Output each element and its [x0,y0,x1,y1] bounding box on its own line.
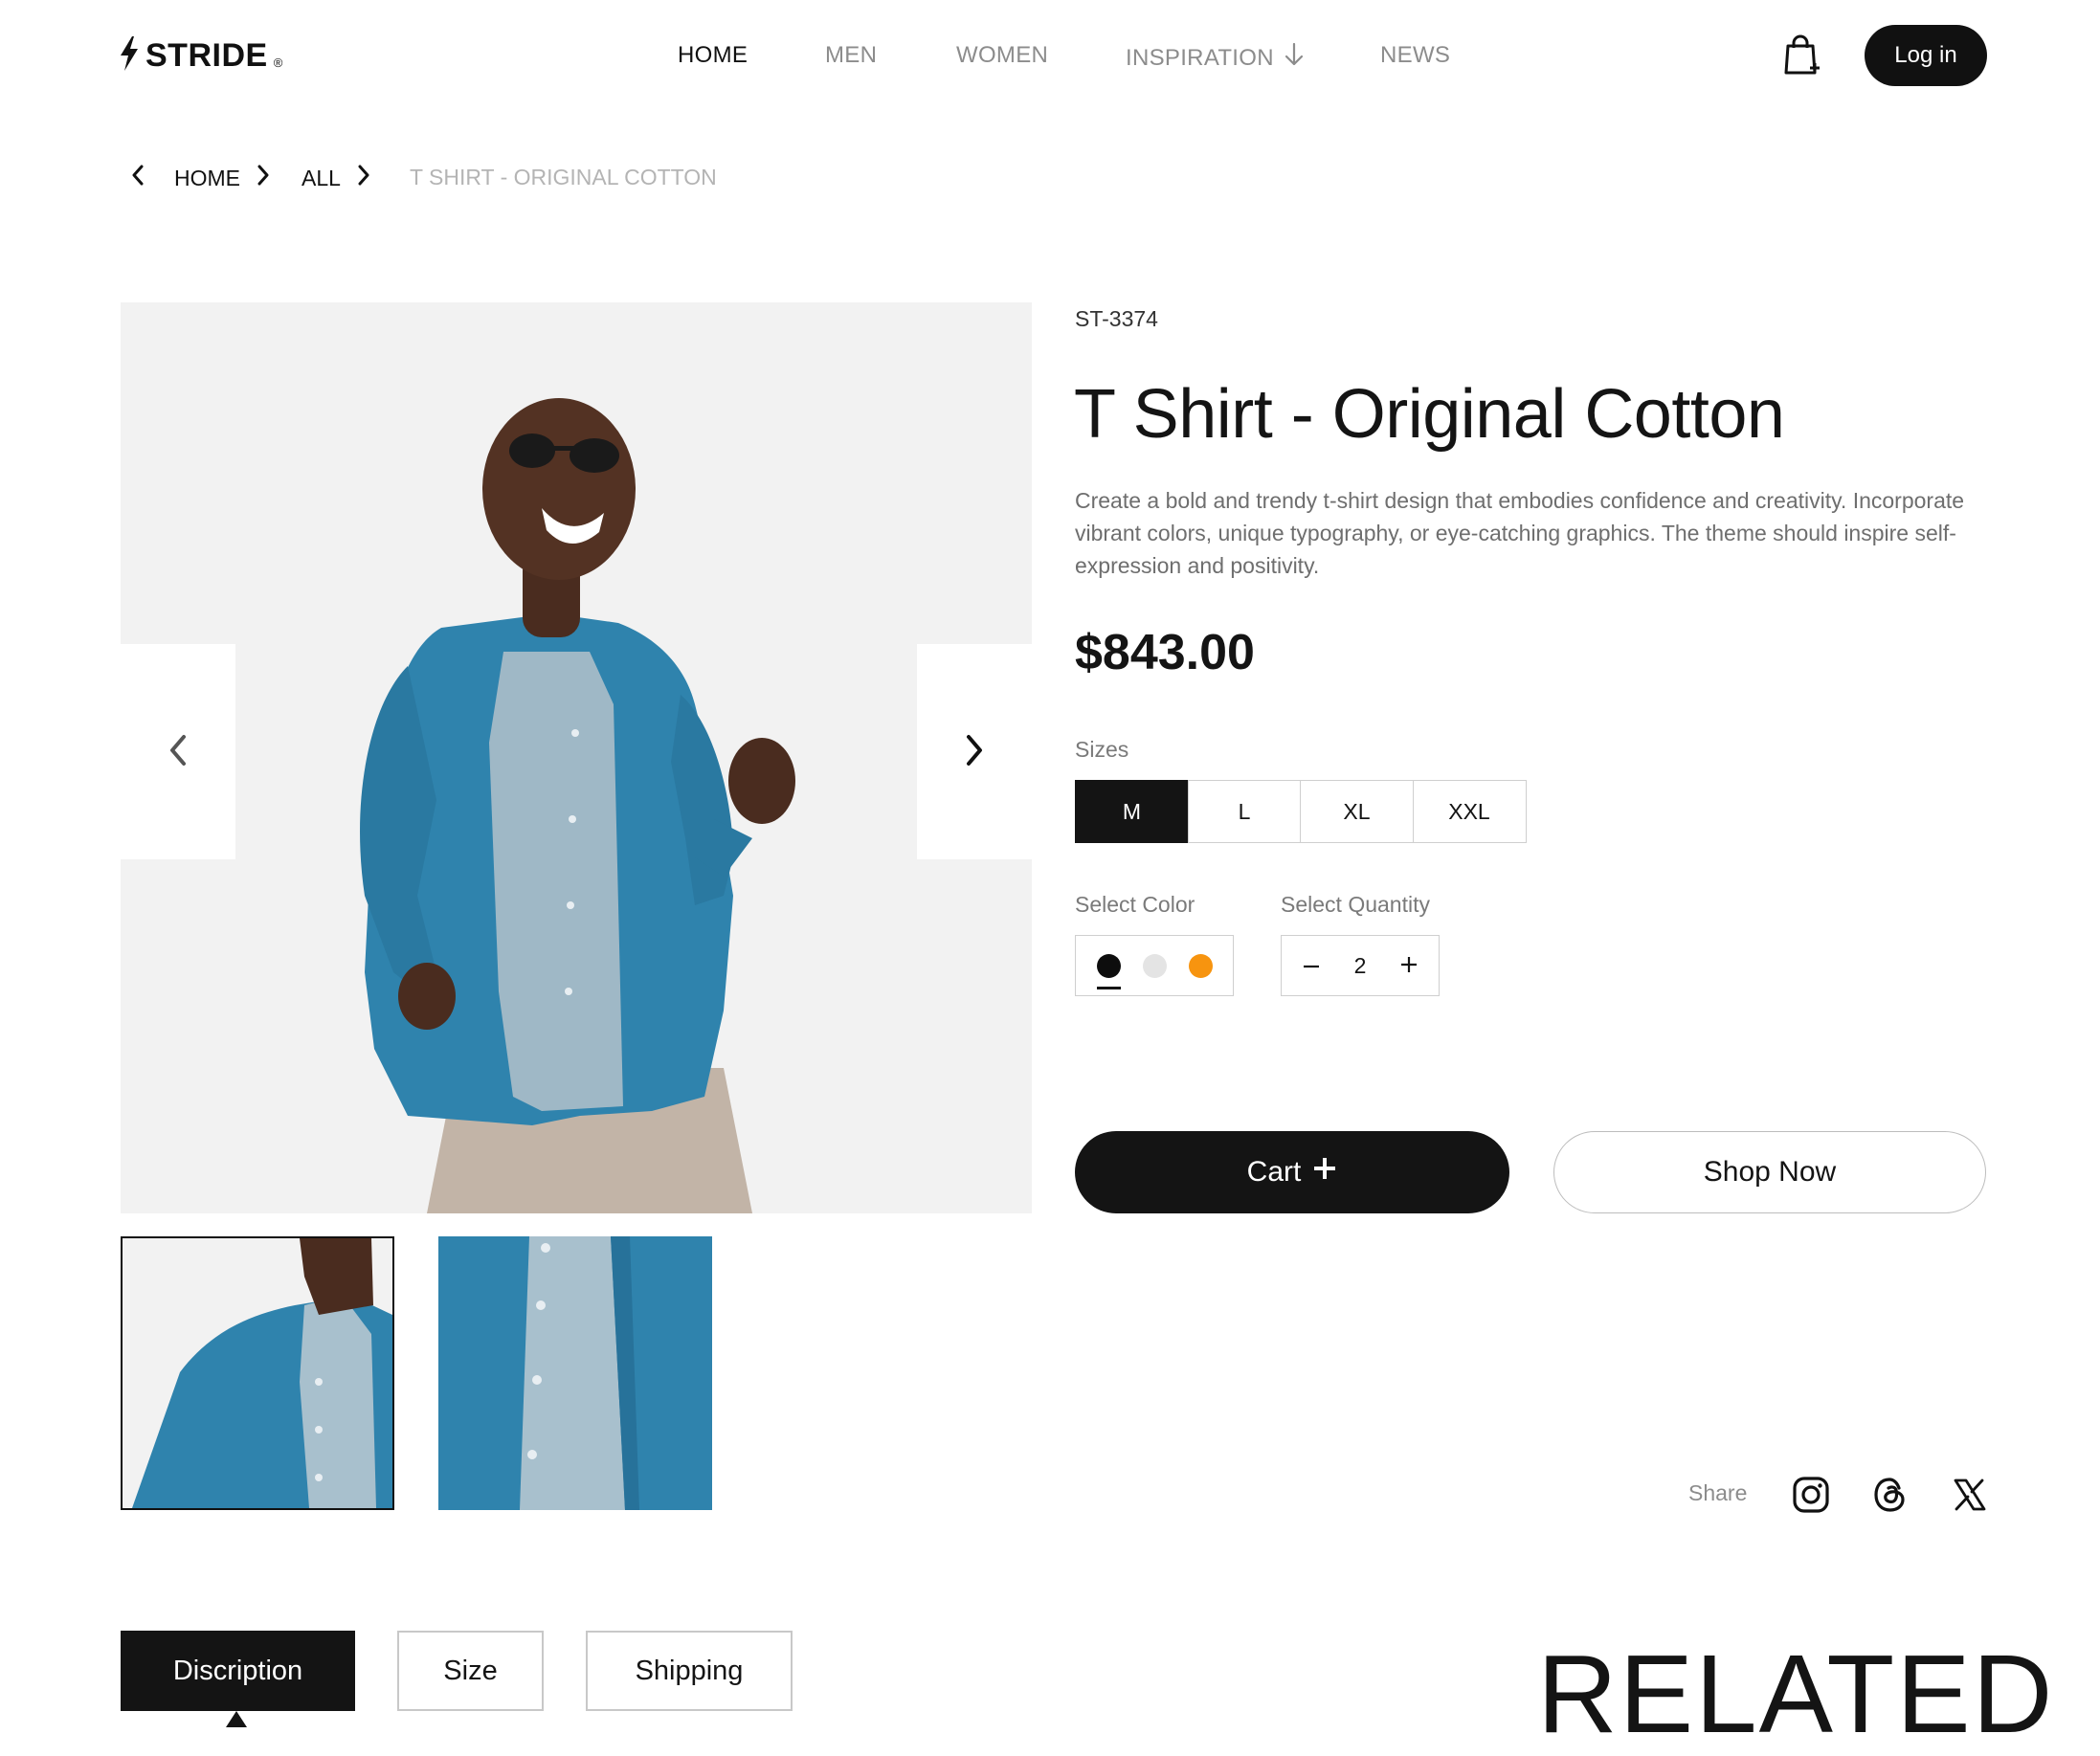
size-option-xxl[interactable]: XXL [1412,780,1527,843]
color-selector [1075,935,1234,996]
nav-inspiration-label: INSPIRATION [1126,44,1274,71]
gallery-prev-button[interactable] [121,644,235,859]
breadcrumb-all-label: ALL [302,165,341,190]
product-title: T Shirt - Original Cotton [1074,376,1785,453]
product-price: $843.00 [1075,625,1255,680]
nav-news[interactable]: NEWS [1380,42,1450,69]
size-selector: M L XL XXL [1075,780,1527,843]
color-swatch-light-gray[interactable] [1142,953,1167,978]
product-thumbnail[interactable] [438,1236,712,1510]
shopping-bag-icon[interactable] [1782,34,1821,77]
minus-icon [1302,949,1321,981]
tab-description[interactable]: Discription [121,1631,355,1711]
quantity-decrease-button[interactable] [1296,951,1327,980]
model-photo [360,398,795,1213]
plus-icon [1312,1156,1337,1189]
product-thumbnail[interactable] [121,1236,394,1510]
quantity-increase-button[interactable] [1394,951,1424,980]
add-to-cart-button[interactable]: Cart [1075,1131,1509,1213]
arrow-down-icon [1284,42,1305,74]
product-main-image [121,302,1032,1213]
color-swatch-orange[interactable] [1188,953,1213,978]
x-icon[interactable] [1951,1476,1989,1514]
breadcrumb-home-label: HOME [174,165,240,190]
registered-mark: ® [273,55,283,70]
size-option-l[interactable]: L [1187,780,1302,843]
plus-icon [1399,949,1419,981]
share-label: Share [1688,1480,1748,1505]
size-option-xl[interactable]: XL [1300,780,1414,843]
shop-now-button[interactable]: Shop Now [1553,1131,1986,1213]
chevron-right-icon [356,165,371,191]
size-option-m[interactable]: M [1075,780,1189,843]
nav-home[interactable]: HOME [678,42,748,69]
brand-logo[interactable]: STRIDE ® [119,34,282,77]
chevron-right-icon [963,733,986,770]
gallery-next-button[interactable] [917,644,1032,859]
chevron-left-icon [167,733,190,770]
active-tab-indicator [226,1711,247,1727]
product-description: Create a bold and trendy t-shirt design … [1075,488,1965,578]
nav-men[interactable]: MEN [825,42,877,69]
nav-inspiration[interactable]: INSPIRATION [1126,42,1305,74]
tab-shipping[interactable]: Shipping [586,1631,793,1711]
breadcrumb-back[interactable] [130,165,145,191]
product-sku: ST-3374 [1075,306,1158,331]
login-button[interactable]: Log in [1865,25,1987,86]
nav-women[interactable]: WOMEN [956,42,1048,69]
brand-name: STRIDE [145,36,268,74]
quantity-stepper: 2 [1281,935,1440,996]
cart-button-label: Cart [1246,1156,1302,1188]
chevron-right-icon [256,165,271,191]
chevron-left-icon [130,165,145,191]
breadcrumb-all[interactable]: ALL [302,165,371,191]
quantity-label: Select Quantity [1281,892,1430,917]
bolt-icon [119,35,140,76]
sizes-label: Sizes [1075,737,1129,762]
color-swatch-black[interactable] [1096,953,1121,989]
threads-icon[interactable] [1871,1476,1910,1514]
related-heading: RELATED [1537,1632,2055,1756]
tab-size[interactable]: Size [397,1631,544,1711]
thumbnail-image [438,1236,712,1510]
color-label: Select Color [1075,892,1195,917]
breadcrumb-home[interactable]: HOME [174,165,271,191]
thumbnail-image [132,1238,392,1508]
instagram-icon[interactable] [1792,1476,1830,1514]
quantity-value[interactable]: 2 [1354,953,1367,979]
breadcrumb-current: T SHIRT - ORIGINAL COTTON [410,165,717,189]
